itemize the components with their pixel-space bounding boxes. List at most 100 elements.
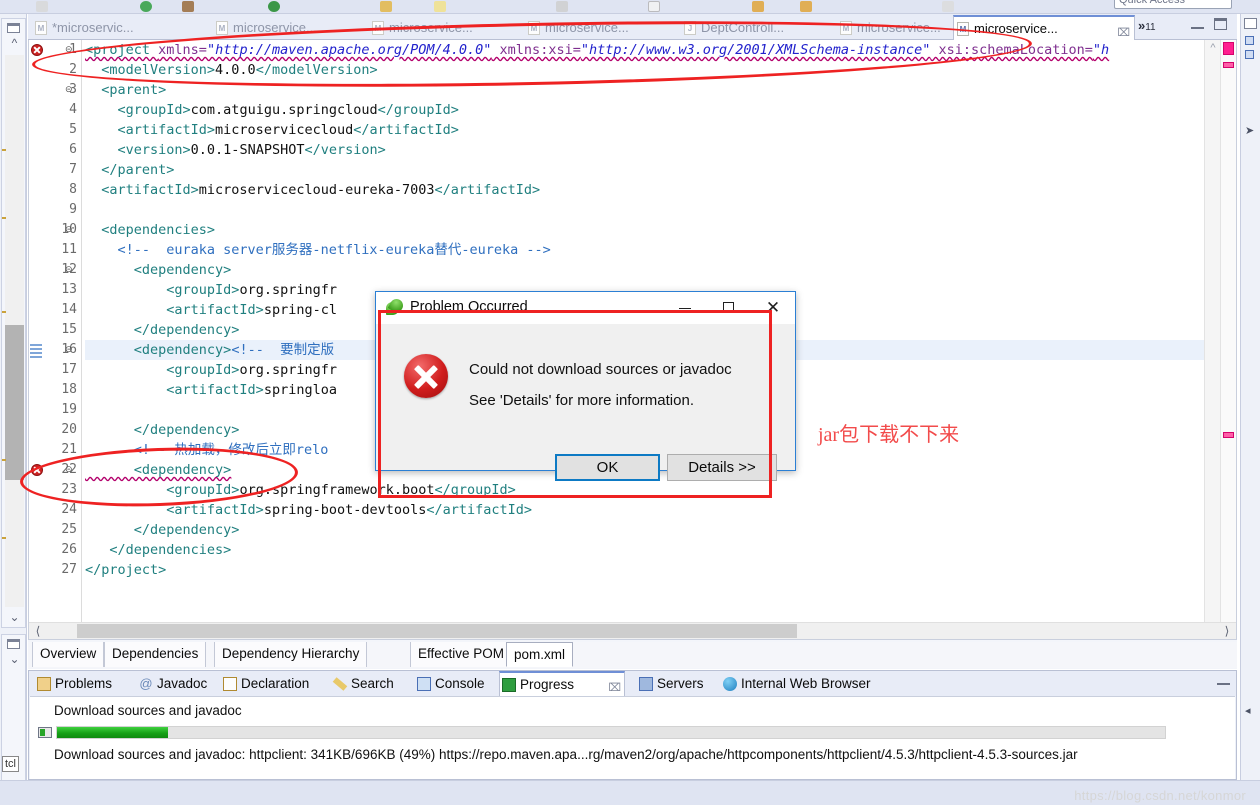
chevron-left-icon[interactable]: ◂: [1245, 704, 1251, 717]
line-number: 11: [61, 242, 77, 257]
dialog-title-bar[interactable]: Problem Occurred ✕: [376, 292, 795, 324]
tab-problems[interactable]: Problems: [35, 672, 112, 696]
fold-toggle-icon[interactable]: ⊝: [65, 464, 76, 475]
fold-toggle-icon[interactable]: ⊝: [65, 344, 76, 355]
save-icon[interactable]: [36, 1, 48, 12]
code-line[interactable]: <!-- euraka server服务器-netflix-eureka替代-e…: [85, 240, 1236, 260]
tab-effective-pom[interactable]: Effective POM: [410, 642, 513, 667]
details-button[interactable]: Details >>: [667, 454, 777, 481]
tab-javadoc[interactable]: @ Javadoc: [137, 672, 207, 696]
left-rail-view-label[interactable]: tcl: [2, 756, 19, 772]
editor-tab-1[interactable]: M *microservic...: [32, 16, 182, 40]
tab-progress[interactable]: Progress ⌧: [499, 671, 625, 696]
fold-toggle-icon[interactable]: ⊝: [65, 84, 76, 95]
dialog-maximize-button[interactable]: [707, 292, 751, 323]
line-number: 14: [61, 302, 77, 317]
code-token: </dependency>: [85, 422, 240, 438]
editor-tab-2[interactable]: M microservice...: [213, 16, 361, 40]
tab-declaration[interactable]: Declaration: [221, 672, 309, 696]
task-list-icon[interactable]: [1245, 50, 1254, 59]
tab-servers[interactable]: Servers: [637, 672, 704, 696]
chevron-right-icon[interactable]: ➤: [1245, 124, 1254, 137]
editor-tab-4[interactable]: M microservice...: [525, 16, 673, 40]
code-line[interactable]: </dependency>: [85, 520, 1236, 540]
bottom-view-tab-bar: Problems @ Javadoc Declaration Search Co…: [29, 671, 1236, 696]
chevron-down-icon-2[interactable]: ⌄: [8, 653, 21, 665]
dialog-close-button[interactable]: ✕: [751, 292, 795, 323]
tab-internal-web-browser[interactable]: Internal Web Browser: [721, 672, 871, 696]
code-line[interactable]: [85, 200, 1236, 220]
maximize-icon[interactable]: [1214, 18, 1227, 30]
code-line[interactable]: </dependencies>: [85, 540, 1236, 560]
editor-vertical-scrollbar[interactable]: ^ ⌄: [1204, 40, 1220, 638]
pin2-icon[interactable]: [800, 1, 812, 12]
code-line[interactable]: <version>0.0.1-SNAPSHOT</version>: [85, 140, 1236, 160]
error-marker[interactable]: [31, 464, 43, 476]
dialog-minimize-button[interactable]: [663, 292, 707, 323]
tab-dependencies[interactable]: Dependencies: [104, 642, 207, 667]
new-window-icon[interactable]: [648, 1, 660, 12]
editor-tab-7-active[interactable]: M microservice... ⌧: [953, 15, 1135, 40]
tab-search[interactable]: Search: [331, 672, 394, 696]
chevron-down-icon[interactable]: ⌄: [8, 611, 21, 623]
overview-warning-marker[interactable]: [1223, 62, 1234, 68]
run-icon[interactable]: [140, 1, 152, 12]
scroll-right-icon[interactable]: ⟩: [1220, 624, 1234, 638]
editor-overview-ruler[interactable]: [1220, 40, 1236, 638]
code-token: <dependency>: [85, 462, 232, 478]
code-line[interactable]: </project>: [85, 560, 1236, 580]
editor-horizontal-scrollbar[interactable]: ⟨ ⟩: [29, 622, 1236, 639]
fold-toggle-icon[interactable]: ⊝: [65, 44, 76, 55]
restore-icon-2[interactable]: [7, 639, 20, 649]
edit-icon[interactable]: [556, 1, 568, 12]
tab-pom-xml[interactable]: pom.xml: [506, 642, 574, 667]
open-folder-icon[interactable]: [434, 1, 446, 12]
new-folder-icon[interactable]: [380, 1, 392, 12]
code-line[interactable]: </parent>: [85, 160, 1236, 180]
overview-error-marker-2[interactable]: [1223, 432, 1234, 438]
quick-access-input[interactable]: Quick Access: [1114, 0, 1232, 9]
line-number: 18: [61, 382, 77, 397]
editor-tab-3[interactable]: M microservice...: [369, 16, 517, 40]
error-marker[interactable]: [31, 44, 43, 56]
close-icon[interactable]: ⌧: [1117, 22, 1130, 40]
code-line[interactable]: <groupId>com.atguigu.springcloud</groupI…: [85, 100, 1236, 120]
code-line[interactable]: <artifactId>microservicecloud-eureka-700…: [85, 180, 1236, 200]
code-line[interactable]: <artifactId>microservicecloud</artifactI…: [85, 120, 1236, 140]
perspective-icon[interactable]: [942, 1, 954, 12]
code-line[interactable]: <project xmlns="http://maven.apache.org/…: [85, 40, 1236, 60]
ok-button[interactable]: OK: [555, 454, 660, 481]
fold-toggle-icon[interactable]: ⊝: [65, 224, 76, 235]
coverage-icon[interactable]: [268, 1, 280, 12]
pin-icon[interactable]: [752, 1, 764, 12]
code-line[interactable]: <groupId>org.springframework.boot</group…: [85, 480, 1236, 500]
code-line[interactable]: <modelVersion>4.0.0</modelVersion>: [85, 60, 1236, 80]
marker-gutter[interactable]: [29, 40, 45, 638]
problem-occurred-dialog[interactable]: Problem Occurred ✕ Could not download so…: [375, 291, 796, 481]
minimize-icon[interactable]: [1191, 20, 1204, 29]
line-number: 26: [61, 542, 77, 557]
line-number: 25: [61, 522, 77, 537]
editor-tab-overflow[interactable]: »11: [1138, 18, 1156, 33]
editor-hscroll-thumb[interactable]: [77, 624, 797, 638]
tab-dependency-hierarchy[interactable]: Dependency Hierarchy: [214, 642, 368, 667]
restore-icon[interactable]: [7, 23, 20, 33]
outline-view-icon[interactable]: [1245, 36, 1254, 45]
code-line[interactable]: <parent>: [85, 80, 1236, 100]
overview-error-marker[interactable]: [1223, 42, 1234, 55]
left-rail-scroll-thumb[interactable]: [5, 325, 24, 480]
chevron-up-icon[interactable]: ^: [8, 37, 21, 49]
scroll-left-icon[interactable]: ⟨: [31, 624, 45, 638]
code-line[interactable]: <dependencies>: [85, 220, 1236, 240]
code-line[interactable]: <dependency>: [85, 260, 1236, 280]
scroll-up-icon[interactable]: ^: [1207, 42, 1219, 55]
debug-icon[interactable]: [182, 1, 194, 12]
editor-tab-5[interactable]: J DeptControll...: [681, 16, 829, 40]
minimize-view-icon[interactable]: [1217, 676, 1230, 685]
tab-console[interactable]: Console: [415, 672, 485, 696]
fold-toggle-icon[interactable]: ⊝: [65, 264, 76, 275]
code-line[interactable]: <artifactId>spring-boot-devtools</artifa…: [85, 500, 1236, 520]
tab-overview[interactable]: Overview: [32, 642, 105, 667]
restore-icon-right[interactable]: [1244, 18, 1257, 29]
problems-icon: [37, 677, 51, 691]
